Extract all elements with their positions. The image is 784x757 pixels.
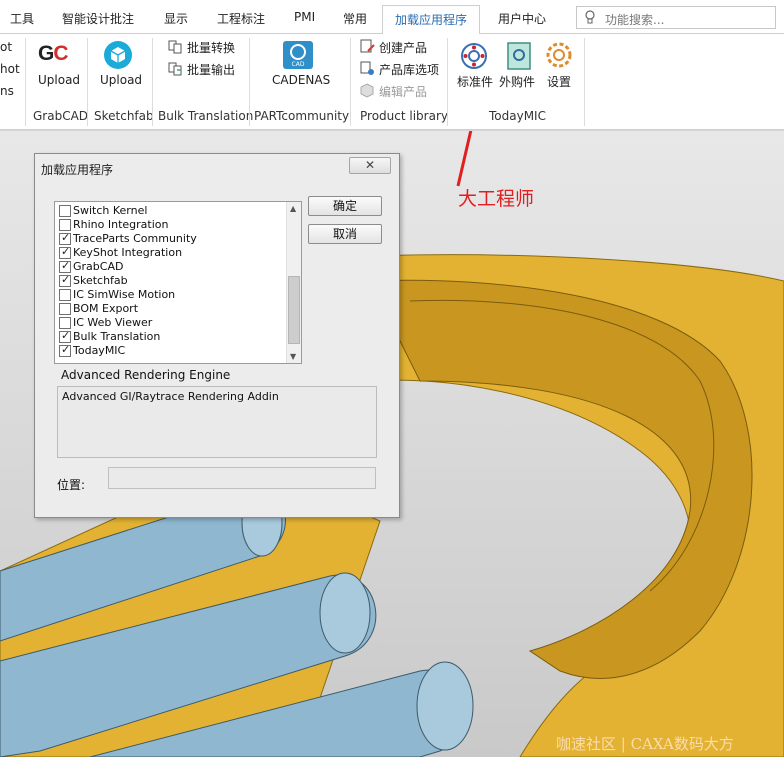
cadenas-button[interactable]: CADENAS [272,73,330,87]
product-library-options-button[interactable]: 产品库选项 [360,60,446,78]
checkbox[interactable] [59,329,71,343]
ribbon-cut-text: ot [0,40,13,54]
checkbox[interactable] [59,231,71,245]
checkbox[interactable] [59,259,71,273]
annotation-text: 大工程师 [458,188,535,210]
edit-product-button[interactable]: 编辑产品 [360,82,446,100]
checkbox[interactable] [59,303,71,315]
checkbox[interactable] [59,245,71,259]
close-button[interactable]: ✕ [349,157,391,174]
group-label-grabcad: GrabCAD [33,109,89,123]
create-product-icon [360,39,375,53]
settings-button[interactable]: 设置 [547,73,571,90]
list-scrollbar[interactable]: ▲ ▼ [286,202,301,363]
group-bulk-translation: 批量转换 批量输出 Bulk Translation [153,34,253,130]
ribbon-panel: ot hot ns GC Upload GrabCAD Upload Sketc… [0,34,784,130]
scroll-down-icon[interactable]: ▼ [290,352,296,361]
tab-display[interactable]: 显示 [164,10,188,27]
checkbox[interactable] [59,219,71,231]
svg-text:CAD: CAD [292,61,305,68]
checkbox[interactable] [59,289,71,301]
ribbon-cut-text: ns [0,84,14,98]
tab-smart-annotation[interactable]: 智能设计批注 [62,10,134,27]
standard-parts-button[interactable]: 标准件 [457,73,493,90]
checkbox[interactable] [59,205,71,217]
purchased-parts-icon[interactable] [506,41,532,71]
section-title: Advanced Rendering Engine [61,368,231,382]
edit-product-icon [360,83,374,98]
sketchfab-logo-icon[interactable] [103,40,133,70]
group-label-product-library: Product library [360,109,448,123]
group-sketchfab: Upload Sketchfab [88,34,154,130]
scrollbar-thumb[interactable] [288,276,300,344]
cancel-button[interactable]: 取消 [308,224,382,244]
ribbon-tab-bar: 工具 智能设计批注 显示 工程标注 PMI 常用 加载应用程序 用户中心 功能搜… [0,0,784,34]
checkbox[interactable] [59,343,71,357]
batch-convert-button[interactable]: 批量转换 [168,38,248,56]
tab-pmi[interactable]: PMI [294,10,315,24]
group-label-bulk-translation: Bulk Translation [158,109,254,123]
grabcad-logo-icon[interactable]: GC [38,42,69,66]
location-label: 位置: [57,478,86,492]
annotation-arrow-icon [456,131,473,187]
group-product-library: 创建产品 产品库选项 编辑产品 Product library [351,34,448,130]
tab-add-ins[interactable]: 加载应用程序 [382,5,481,34]
batch-export-icon [168,62,182,76]
ok-button[interactable]: 确定 [308,196,382,216]
group-label-todaymic: TodayMIC [489,109,546,123]
group-todaymic: 标准件 外购件 设置 TodayMIC [448,34,584,130]
product-options-icon [360,61,374,75]
group-label-partcommunity: PARTcommunity [254,109,350,123]
add-in-list[interactable]: Switch Kernel Rhino Integration TracePar… [54,201,302,364]
batch-convert-icon [168,40,182,54]
description-box: Advanced GI/Raytrace Rendering Addin [57,386,377,458]
sketchfab-upload-button[interactable]: Upload [100,73,142,87]
create-product-button[interactable]: 创建产品 [360,38,446,56]
bearing-icon[interactable] [460,42,488,70]
search-box[interactable]: 功能搜索... [576,6,776,29]
search-input[interactable]: 功能搜索... [605,11,664,28]
purchased-parts-button[interactable]: 外购件 [499,73,535,90]
settings-gear-icon[interactable] [545,41,573,69]
group-label-sketchfab: Sketchfab [94,109,154,123]
lightbulb-icon [585,10,595,24]
tab-common[interactable]: 常用 [343,10,367,27]
dialog-title: 加载应用程序 [41,163,114,177]
watermark: 咖速社区 | CAXA数码大方 [556,735,734,753]
group-grabcad: GC Upload GrabCAD [26,34,89,130]
tab-user-center[interactable]: 用户中心 [498,10,546,27]
grabcad-upload-button[interactable]: Upload [38,73,80,87]
cadenas-logo-icon[interactable]: CAD [282,40,314,70]
scroll-up-icon[interactable]: ▲ [290,204,296,213]
tab-drafting[interactable]: 工程标注 [217,10,265,27]
ribbon-cut-text: hot [0,62,20,76]
checkbox[interactable] [59,317,71,329]
location-field [108,467,376,489]
checkbox[interactable] [59,273,71,287]
add-ins-dialog: 加载应用程序 ✕ Switch Kernel Rhino Integration… [34,153,400,518]
group-partcommunity: CAD CADENAS PARTcommunity [250,34,350,130]
tab-tools[interactable]: 工具 [10,10,34,27]
batch-export-button[interactable]: 批量输出 [168,60,248,78]
group-divider [584,38,585,126]
